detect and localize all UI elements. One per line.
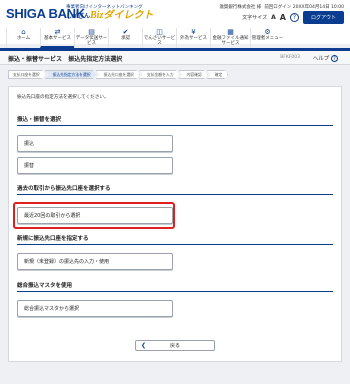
- help-circle-icon[interactable]: ?: [289, 13, 299, 22]
- section-title-transfer: 振込・振替を選択: [17, 115, 333, 126]
- nav-label: 基本サービス: [44, 36, 71, 41]
- main-card: 振込先口座の指定方法を選択してください。 振込・振替を選択 振込 振替 過去の取…: [8, 86, 342, 362]
- chevron-left-icon: ❮: [141, 342, 147, 349]
- nav-label: データ伝送サービス: [75, 36, 108, 46]
- nav-approve[interactable]: ✔ 承認: [108, 28, 142, 48]
- logo-subtitle: 事業者向けインターネットバンキング しがぎんBizダイレクト: [66, 5, 156, 21]
- transfer-icon: ⇄: [54, 28, 61, 36]
- fx-icon: ¥: [191, 28, 196, 36]
- utility-bar: 滋賀銀行株式会社 様 前回ログイン 20XX年04月14日 10:00: [219, 4, 344, 10]
- nav-data-transfer[interactable]: ▤ データ伝送サービス: [74, 28, 108, 48]
- option-furikae-button[interactable]: 振替: [17, 157, 173, 174]
- company-name: 滋賀銀行株式会社 様: [219, 5, 262, 10]
- help-link[interactable]: ヘルプ ?: [313, 54, 338, 62]
- font-large-button[interactable]: A: [280, 13, 286, 22]
- step-4: 支払金額を入力: [139, 70, 180, 79]
- section-title-new: 新規に振込先口座を指定する: [17, 234, 333, 245]
- help-label: ヘルプ: [312, 56, 330, 62]
- logo-service-name: しがぎん: [66, 13, 91, 20]
- nav-label: 金融ファイル通知サービス: [212, 36, 249, 46]
- nav-file-notice[interactable]: ▦ 金融ファイル通知サービス: [210, 28, 250, 48]
- back-button[interactable]: ❮ 戻る: [135, 340, 215, 351]
- admin-icon: ⚙: [264, 28, 271, 36]
- step-3: 振込先口座を選択: [96, 70, 140, 79]
- nav-admin[interactable]: ⚙ 管理者メニュー: [250, 28, 284, 48]
- home-icon: ⌂: [21, 28, 26, 36]
- font-small-button[interactable]: A: [271, 14, 276, 21]
- nav-home[interactable]: ⌂ ホーム: [6, 28, 40, 48]
- back-label: 戻る: [169, 343, 180, 349]
- utility-bar-2: 文字サイズ A A ? ログアウト: [242, 11, 344, 24]
- step-indicator: 支払口座を選択 振込先指定方法を選択 振込先口座を選択 支払金額を入力 内容確認…: [8, 70, 227, 79]
- page-title: 振込・振替サービス 振込先指定方法選択: [8, 54, 122, 63]
- option-recent-20-button[interactable]: 最近20回の取引から選択: [17, 207, 173, 224]
- option-master-button[interactable]: 総合振込マスタから選択: [17, 300, 173, 317]
- nav-densai[interactable]: ◫ でんさいサービス: [142, 28, 176, 48]
- back-area: ❮ 戻る: [0, 340, 350, 351]
- step-6: 確定: [207, 70, 229, 79]
- step-5: 内容確認: [179, 70, 208, 79]
- question-icon: ?: [331, 55, 338, 62]
- screen-code: BFKF003: [280, 55, 300, 60]
- font-size-label: 文字サイズ: [242, 15, 268, 21]
- header: SHIGA BANK 事業者向けインターネットバンキング しがぎんBizダイレク…: [0, 0, 350, 48]
- file-icon: ▦: [227, 28, 234, 36]
- nav-label: でんさいサービス: [143, 36, 176, 46]
- nav-label: ホーム: [16, 36, 31, 41]
- logo-service: しがぎんBizダイレクト: [66, 11, 156, 21]
- title-bar: 振込・振替サービス 振込先指定方法選択 BFKF003 ヘルプ ?: [0, 51, 350, 65]
- option-furikomi-button[interactable]: 振込: [17, 135, 173, 152]
- logout-button[interactable]: ログアウト: [302, 11, 344, 24]
- digital-icon: ◫: [156, 28, 163, 36]
- nav-label: 外為サービス: [180, 36, 207, 41]
- approve-icon: ✔: [122, 28, 129, 36]
- nav-label: 承認: [121, 36, 130, 41]
- section-title-history: 過去の取引から振込先口座を選択する: [17, 184, 333, 195]
- option-new-payee-button[interactable]: 新規（未登録）の振込先の入力・使用: [17, 253, 173, 270]
- section-title-master: 総合振込マスタを使用: [17, 281, 333, 292]
- step-1: 支払口座を選択: [8, 70, 46, 79]
- instruction-text: 振込先口座の指定方法を選択してください。: [17, 95, 109, 100]
- footer: [0, 366, 350, 384]
- data-icon: ▤: [88, 28, 95, 36]
- step-2: 振込先指定方法を選択: [45, 70, 97, 79]
- main-nav: ⌂ ホーム ⇄ 基本サービス ▤ データ伝送サービス ✔ 承認 ◫ でんさいサービス ¥ 外…: [0, 28, 350, 48]
- service-name: 振込・振替サービス: [8, 56, 63, 63]
- last-login: 前回ログイン 20XX年04月14日 10:00: [264, 5, 344, 10]
- nav-label: 管理者メニュー: [251, 36, 284, 41]
- nav-basic-service[interactable]: ⇄ 基本サービス: [40, 28, 74, 48]
- page-name: 振込先指定方法選択: [68, 56, 123, 63]
- logo-biz: Bizダイレクト: [90, 10, 154, 21]
- nav-fx[interactable]: ¥ 外為サービス: [176, 28, 210, 48]
